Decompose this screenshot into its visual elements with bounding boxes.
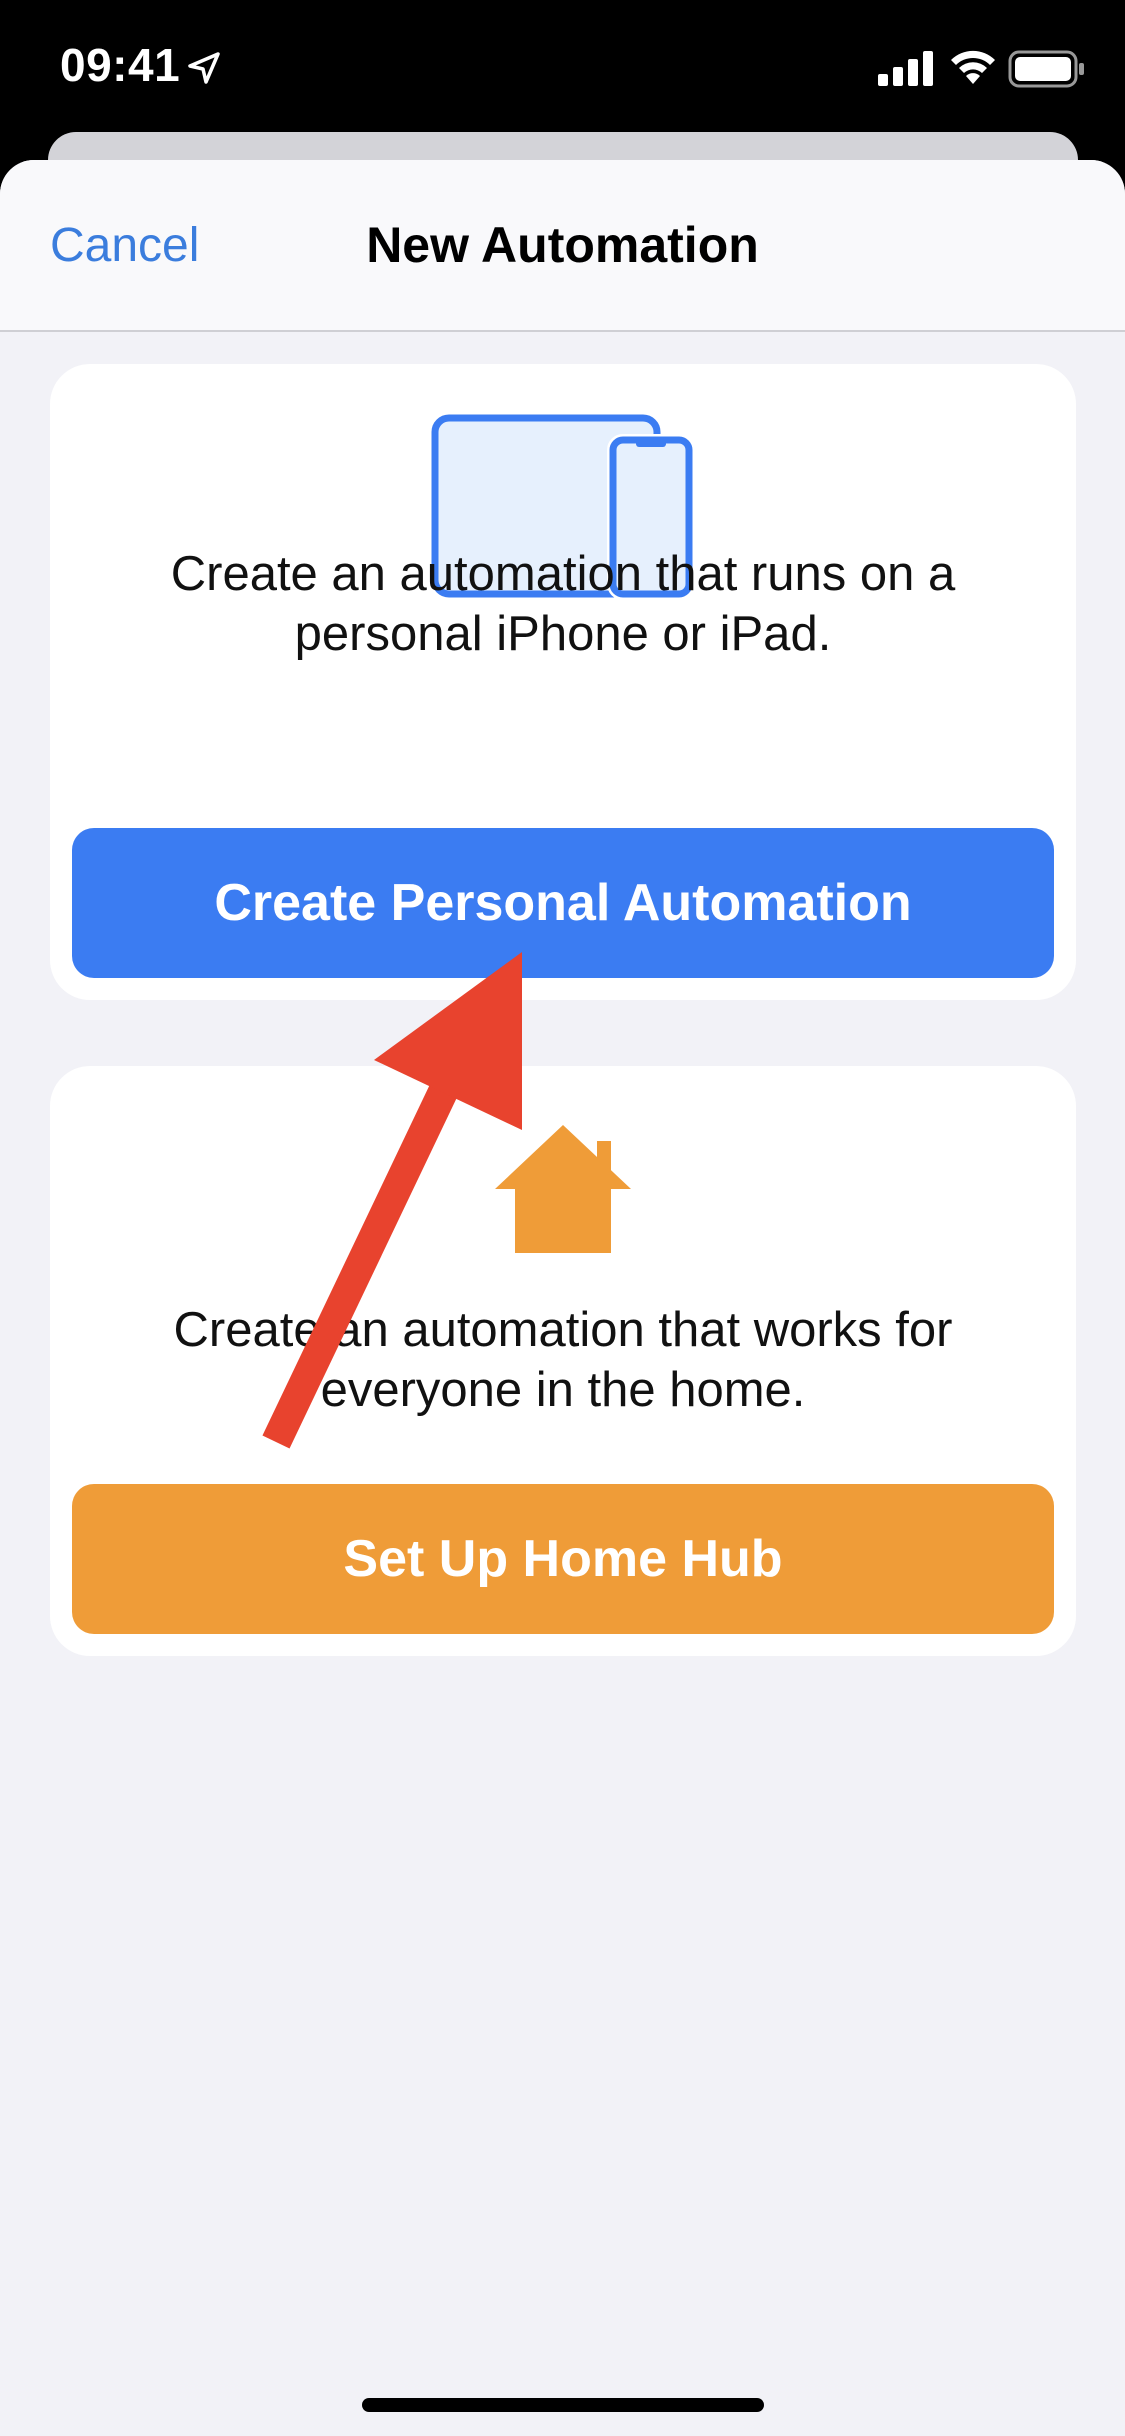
navigation-bar: Cancel New Automation (0, 160, 1125, 332)
personal-automation-description: Create an automation that runs on a pers… (170, 547, 956, 661)
location-arrow-icon (188, 52, 220, 84)
cellular-signal-icon (878, 51, 933, 86)
home-automation-description: Create an automation that works for ever… (173, 1303, 953, 1417)
personal-automation-card: Create an automation that runs on a pers… (50, 364, 1076, 1000)
status-time: 09:41 (60, 39, 181, 91)
home-automation-card: Create an automation that works for ever… (50, 1066, 1076, 1656)
set-up-home-hub-button[interactable]: Set Up Home Hub (72, 1484, 1054, 1634)
page-title: New Automation (366, 217, 759, 273)
card-icon-container (50, 1121, 1076, 1253)
wifi-icon (951, 50, 995, 84)
battery-icon (1008, 50, 1084, 88)
create-personal-automation-button[interactable]: Create Personal Automation (72, 828, 1054, 978)
status-bar: 09:41 (0, 0, 1125, 140)
house-icon (495, 1125, 631, 1253)
home-indicator[interactable] (362, 2398, 764, 2412)
new-automation-sheet: Cancel New Automation Create an automati… (0, 160, 1125, 2436)
